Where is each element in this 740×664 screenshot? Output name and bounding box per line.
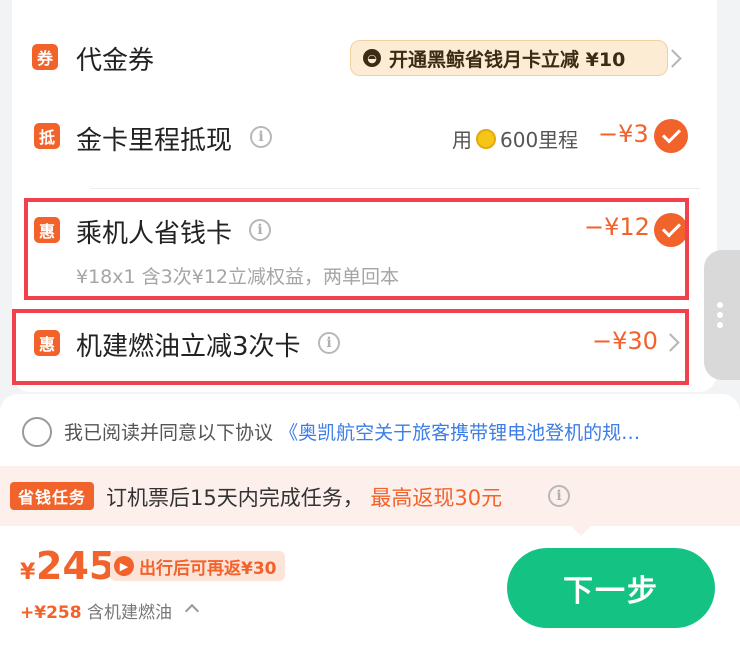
mileage-tag: 抵	[34, 123, 60, 149]
tax-amount: +¥258	[20, 603, 82, 623]
voucher-tag: 券	[32, 44, 58, 70]
play-icon: ▶	[114, 556, 134, 576]
divider	[90, 188, 700, 189]
agreement-link[interactable]: 《奥凯航空关于旅客携带锂电池登机的规…	[279, 422, 640, 444]
mileage-points: 600里程	[500, 128, 579, 152]
coin-icon	[476, 128, 496, 149]
rebate-badge: ▶ 出行后可再返¥30	[110, 551, 285, 581]
info-icon[interactable]: i	[548, 485, 570, 507]
mileage-amount: −¥3	[598, 120, 649, 148]
agreement-row: 我已阅读并同意以下协议 《奥凯航空关于旅客携带锂电池登机的规…	[0, 394, 740, 466]
task-text: 订机票后15天内完成任务，	[106, 486, 364, 510]
info-icon[interactable]: i	[250, 126, 272, 148]
whale-icon: ◒	[363, 49, 381, 67]
mileage-label: 金卡里程抵现	[76, 126, 233, 156]
agreement-radio[interactable]	[22, 417, 52, 447]
highlight-box-fuel-card	[12, 309, 689, 385]
mileage-use-prefix: 用	[452, 128, 472, 152]
mileage-usage: 用 600里程	[452, 124, 578, 153]
mileage-check-icon[interactable]	[654, 119, 688, 153]
promo-text: 开通黑鲸省钱月卡立减	[389, 48, 580, 71]
rebate-text: 出行后可再返¥30	[139, 558, 277, 579]
tax-label: 含机建燃油	[86, 603, 172, 623]
task-highlight: 最高返现30元	[370, 486, 503, 510]
saving-task-badge: 省钱任务	[10, 482, 94, 510]
currency-symbol: ¥	[20, 560, 36, 585]
next-step-button[interactable]: 下一步	[507, 548, 715, 628]
highlight-box-saver-card	[24, 198, 689, 300]
voucher-label: 代金券	[76, 46, 155, 76]
chevron-up-icon[interactable]	[184, 603, 200, 619]
side-drag-handle[interactable]	[704, 250, 740, 380]
saving-task-banner: 省钱任务 订机票后15天内完成任务， 最高返现30元 i	[0, 466, 740, 526]
bottom-bar: ¥ 245 ▶ 出行后可再返¥30 +¥258 含机建燃油 下一步	[0, 516, 740, 664]
promo-amount: ¥10	[585, 48, 626, 71]
total-price: 245	[36, 544, 116, 588]
tax-info[interactable]: +¥258 含机建燃油	[20, 598, 172, 623]
agreement-text: 我已阅读并同意以下协议	[64, 422, 274, 444]
monthly-card-promo[interactable]: ◒ 开通黑鲸省钱月卡立减 ¥10	[350, 40, 668, 76]
